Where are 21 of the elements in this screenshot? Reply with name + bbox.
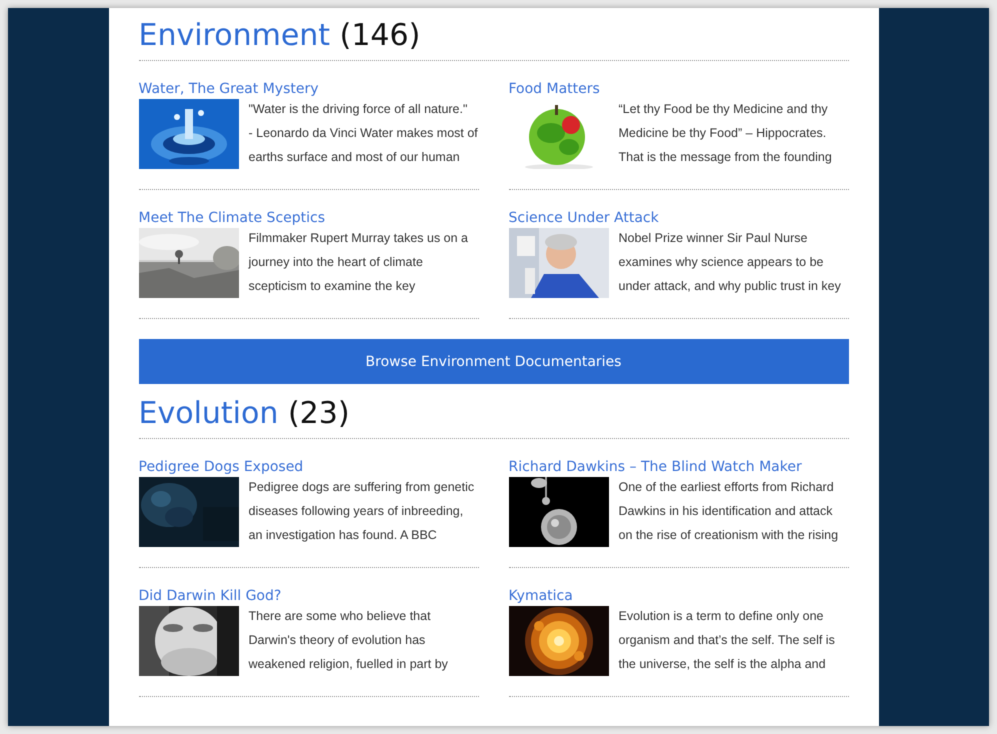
documentary-description: There are some who believe that Darwin's theory of evolution has weakened religion, fuelled in part by [248, 608, 448, 673]
documentary-description: Filmmaker Rupert Murray takes us on a journey into the heart of climate scepticism to examine the key [248, 230, 468, 295]
browse-button[interactable]: Browse Environment Documentaries [138, 339, 848, 384]
documentary-title-link[interactable]: Did Darwin Kill God? [138, 586, 478, 606]
documentary-title-link[interactable]: Food Matters [508, 79, 848, 99]
documentary-description: Nobel Prize winner Sir Paul Nurse examines why science appears to be under attack, and why public trust in key [618, 230, 841, 295]
documentary-description: Pedigree dogs are suffering from genetic diseases following years of inbreeding, an investigation has found. A BBC [248, 479, 474, 544]
documentary-description: One of the earliest efforts from Richard Dawkins in his identification and attack on the rise of creationism with the rising [618, 479, 838, 544]
documentary-description: “Let thy Food be thy Medicine and thy Medicine be thy Food” – Hippocrates. That is the message from the founding [618, 101, 832, 166]
section-heading-link[interactable]: Environment [138, 18, 330, 53]
documentary-description: "Water is the driving force of all nature." - Leonardo da Vinci Water makes most of earths surface and most of our human [248, 101, 478, 166]
documentary-title-link[interactable]: Pedigree Dogs Exposed [138, 457, 478, 477]
documentary-title-link[interactable]: Science Under Attack [508, 208, 848, 228]
documentary-title-link[interactable]: Kymatica [508, 586, 848, 606]
item-count: (146) [340, 18, 420, 53]
item-count: (23) [288, 396, 350, 431]
documentary-title-link[interactable]: Water, The Great Mystery [138, 79, 478, 99]
documentary-title-link[interactable]: Meet The Climate Sceptics [138, 208, 478, 228]
documentary-title-link[interactable]: Richard Dawkins – The Blind Watch Maker [508, 457, 848, 477]
section-heading-link[interactable]: Evolution [138, 396, 278, 431]
documentary-description: Evolution is a term to define only one organism and that’s the self. The self is the universe, the self is the alpha and [618, 608, 835, 673]
